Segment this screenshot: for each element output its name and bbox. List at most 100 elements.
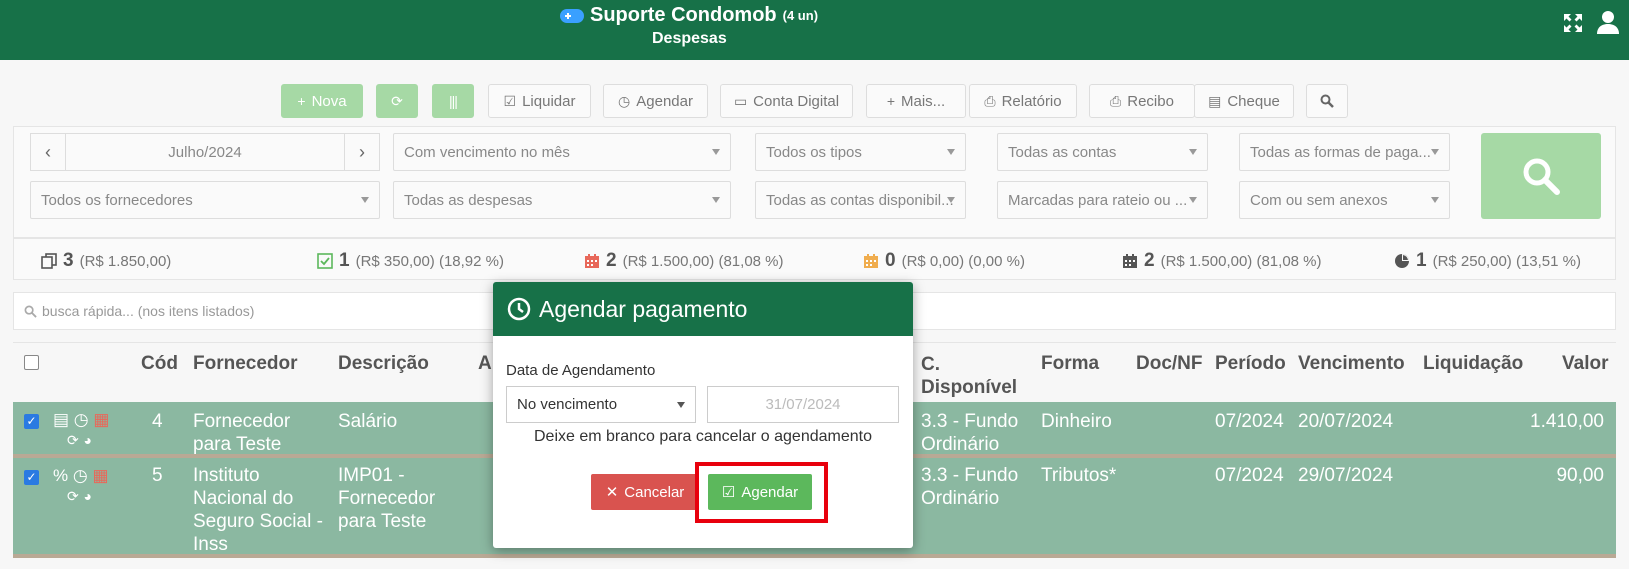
formas-select[interactable]: Todas as formas de paga... [1239, 133, 1450, 171]
contas-disp-select[interactable]: Todas as contas disponibil... [755, 181, 966, 219]
mais-button[interactable]: + Mais... [866, 84, 966, 118]
plus-icon: + [297, 93, 306, 109]
stat-detail: (R$ 0,00) (0,00 %) [901, 252, 1025, 270]
header-valor[interactable]: Valor [1562, 353, 1608, 375]
calendar-icon [1123, 254, 1137, 268]
chevron-left-icon[interactable]: ‹ [31, 134, 65, 170]
calendar-icon [585, 254, 599, 268]
refresh-icon[interactable]: ⟳ [67, 432, 79, 448]
stat-a-vencer[interactable]: 0 (R$ 0,00) (0,00 %) [863, 250, 1025, 272]
schedule-date-label: Data de Agendamento [506, 362, 656, 379]
header-cdisp[interactable]: C. Disponível [921, 353, 1017, 399]
header-descricao[interactable]: Descrição [338, 353, 429, 375]
caret-down-icon [947, 197, 955, 203]
app-title: Suporte Condomob (4 un) [560, 4, 818, 27]
refresh-icon[interactable]: ⟳ [67, 488, 79, 504]
barcode-icon: ||| [449, 93, 458, 109]
new-button[interactable]: + Nova [281, 84, 363, 118]
contas-select[interactable]: Todas as contas [997, 133, 1208, 171]
cell-periodo: 07/2024 [1215, 465, 1284, 486]
pie-chart-icon[interactable]: ◕ [83, 488, 91, 504]
despesas-select[interactable]: Todas as despesas [393, 181, 731, 219]
mais-label: Mais... [901, 92, 946, 110]
select-all-checkbox[interactable] [24, 355, 39, 370]
agendar-label: Agendar [636, 92, 693, 110]
header-periodo[interactable]: Período [1215, 353, 1286, 375]
month-selector: ‹ Julho/2024 › [30, 133, 380, 171]
cancel-button[interactable]: ✕ Cancelar [591, 474, 699, 510]
cell-fornecedor: Fornecedor para Teste [193, 410, 290, 456]
caret-down-icon [712, 197, 720, 203]
stat-liquidadas[interactable]: 1 (R$ 350,00) (18,92 %) [317, 250, 504, 272]
header-fornecedor[interactable]: Fornecedor [193, 353, 298, 375]
stat-count: 2 [606, 250, 617, 271]
contas-disp-value: Todas as contas disponibil... [766, 191, 954, 209]
expand-icon[interactable] [1562, 12, 1584, 34]
header-liquidacao[interactable]: Liquidação [1423, 353, 1523, 375]
percent-icon[interactable]: % [53, 466, 68, 485]
caret-down-icon [712, 149, 720, 155]
row-icons: ▤ ◷ ▦ ⟳ ◕ [53, 410, 123, 450]
refresh-button[interactable]: ⟳ [376, 84, 418, 118]
calendar-icon[interactable]: ▦ [92, 466, 108, 485]
recibo-button[interactable]: ⎙ Recibo [1089, 84, 1195, 118]
modal-header: Agendar pagamento [493, 282, 913, 336]
search-button[interactable] [1481, 133, 1601, 219]
header-vencimento[interactable]: Vencimento [1298, 353, 1405, 375]
calendar-icon[interactable]: ▦ [93, 410, 109, 429]
clock-icon[interactable]: ◷ [74, 410, 89, 429]
tipos-select[interactable]: Todos os tipos [755, 133, 966, 171]
row-checkbox[interactable]: ✓ [24, 470, 39, 485]
stat-rateio[interactable]: 1 (R$ 250,00) (13,51 %) [1394, 250, 1581, 272]
clock-icon[interactable]: ◷ [73, 466, 88, 485]
schedule-date-input[interactable]: 31/07/2024 [707, 386, 899, 423]
zoom-button[interactable] [1306, 84, 1348, 118]
cell-fornecedor-line: Nacional do [193, 488, 294, 509]
rateio-select[interactable]: Marcadas para rateio ou ... [997, 181, 1208, 219]
stat-atrasadas[interactable]: 2 (R$ 1.500,00) (81,08 %) [584, 250, 784, 272]
relatorio-button[interactable]: ⎙ Relatório [969, 84, 1077, 118]
caret-down-icon [677, 402, 685, 408]
pie-chart-icon [1395, 254, 1409, 268]
header-forma[interactable]: Forma [1041, 353, 1099, 375]
caret-down-icon [1189, 197, 1197, 203]
stat-agendadas[interactable]: 2 (R$ 1.500,00) (81,08 %) [1122, 250, 1322, 272]
header-cod[interactable]: Cód [141, 353, 178, 375]
barcode-button[interactable]: ||| [432, 84, 474, 118]
vencimento-select[interactable]: Com vencimento no mês [393, 133, 731, 171]
user-icon[interactable] [1597, 10, 1619, 34]
rateio-value: Marcadas para rateio ou ... [1008, 191, 1188, 209]
liquidar-button[interactable]: ☑ Liquidar [488, 84, 591, 118]
month-label[interactable]: Julho/2024 [65, 134, 345, 170]
close-icon: ✕ [605, 484, 619, 501]
cell-cdisp-line: 3.3 - Fundo [921, 411, 1019, 432]
liquidar-label: Liquidar [522, 92, 576, 110]
agendar-button[interactable]: ◷ Agendar [603, 84, 708, 118]
cell-cod: 5 [152, 465, 163, 486]
despesas-value: Todas as despesas [404, 191, 533, 209]
page-title: Despesas [652, 30, 727, 47]
stat-count: 2 [1144, 250, 1155, 271]
copy-icon [41, 253, 57, 269]
highlight-box [695, 462, 828, 523]
fornecedores-value: Todos os fornecedores [41, 191, 193, 209]
cheque-button[interactable]: ▤ Cheque [1194, 84, 1294, 118]
schedule-mode-select[interactable]: No vencimento [506, 386, 696, 423]
document-icon[interactable]: ▤ [53, 410, 69, 429]
fornecedores-select[interactable]: Todos os fornecedores [30, 181, 380, 219]
cell-vencimento: 29/07/2024 [1298, 465, 1394, 486]
plus-icon: + [886, 93, 895, 109]
stat-detail: (R$ 250,00) (13,51 %) [1432, 252, 1581, 270]
conta-digital-button[interactable]: ▭ Conta Digital [720, 84, 853, 118]
formas-value: Todas as formas de paga... [1250, 143, 1431, 161]
stat-total[interactable]: 3 (R$ 1.850,00) [41, 250, 171, 272]
cell-fornecedor-line: Instituto [193, 465, 260, 486]
header-a[interactable]: A [478, 353, 492, 375]
pie-chart-icon[interactable]: ◕ [83, 432, 91, 448]
header-cdisp-line2: Disponível [921, 377, 1018, 398]
header-docnf[interactable]: Doc/NF [1136, 353, 1203, 375]
anexos-select[interactable]: Com ou sem anexos [1239, 181, 1450, 219]
chevron-right-icon[interactable]: › [345, 134, 379, 170]
row-checkbox[interactable]: ✓ [24, 414, 39, 429]
stat-count: 0 [885, 250, 896, 271]
